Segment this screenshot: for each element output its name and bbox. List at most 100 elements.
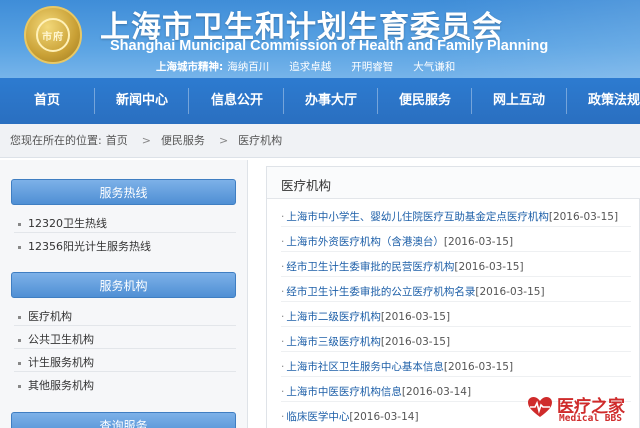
nav-item-interaction[interactable]: 网上互动 [493, 78, 545, 124]
city-spirit-value: 大气谦和 [413, 61, 456, 73]
bullet-icon [18, 222, 21, 226]
sidebar-item-label: 医疗机构 [28, 310, 72, 323]
site-header: 市府 上海市卫生和计划生育委员会 Shanghai Municipal Comm… [0, 0, 640, 78]
city-spirit-value: 追求卓越 [289, 61, 332, 73]
list-item-date: [2016-03-15] [454, 261, 524, 273]
bullet-icon: · [281, 236, 285, 248]
divider [281, 276, 631, 277]
divider [14, 371, 236, 372]
content-header: 医疗机构 [267, 167, 640, 199]
nav-divider [566, 88, 567, 114]
bullet-icon: · [281, 261, 285, 273]
sidebar-item-medical[interactable]: 医疗机构 [18, 308, 72, 324]
sidebar-item-other[interactable]: 其他服务机构 [18, 377, 94, 393]
sidebar-item-family-planning[interactable]: 计生服务机构 [18, 354, 94, 370]
nav-item-disclosure[interactable]: 信息公开 [211, 78, 263, 124]
breadcrumb-current[interactable]: 医疗机构 [238, 134, 282, 147]
bullet-icon: · [281, 411, 285, 423]
bullet-icon: · [281, 211, 285, 223]
list-item-title[interactable]: 经市卫生计生委审批的公立医疗机构名录 [286, 286, 475, 298]
list-item-date: [2016-03-15] [475, 286, 545, 298]
divider [14, 348, 236, 349]
content-title: 医疗机构 [281, 178, 332, 193]
sidebar-item-public-health[interactable]: 公共卫生机构 [18, 331, 94, 347]
sidebar-item-label: 计生服务机构 [28, 356, 94, 369]
nav-item-news[interactable]: 新闻中心 [116, 78, 168, 124]
bullet-icon: · [281, 311, 285, 323]
sidebar-item-label: 其他服务机构 [28, 379, 94, 392]
nav-divider [188, 88, 189, 114]
list-item-date: [2016-03-15] [443, 361, 514, 373]
bullet-icon [18, 384, 21, 388]
divider [281, 301, 631, 302]
list-item-date: [2016-03-15] [380, 336, 451, 348]
city-spirit-label: 上海城市精神: [156, 61, 224, 73]
breadcrumb-separator: > [141, 134, 151, 147]
sidebar-heading-query[interactable]: 查询服务 [11, 412, 236, 428]
divider [281, 326, 631, 327]
bullet-icon: · [281, 336, 285, 348]
site-title-en: Shanghai Municipal Commission of Health … [110, 38, 549, 54]
content-panel: 医疗机构 · 上海市中小学生、婴幼儿住院医疗互助基金定点医疗机构[2016-03-… [266, 166, 640, 428]
bullet-icon: · [281, 286, 285, 298]
list-item-date: [2016-03-15] [548, 211, 619, 223]
sidebar-heading-institutions[interactable]: 服务机构 [11, 272, 236, 298]
breadcrumb-label: 您现在所在的位置: [10, 134, 102, 147]
breadcrumb-separator: > [218, 134, 229, 147]
list-item-title[interactable]: 经市卫生计生委审批的民营医疗机构 [286, 261, 454, 273]
main-nav: 首页 新闻中心 信息公开 办事大厅 便民服务 网上互动 政策法规 [0, 78, 640, 124]
nav-item-services-hall[interactable]: 办事大厅 [305, 78, 357, 124]
bullet-icon: · [281, 386, 285, 398]
sidebar-item-label: 12320卫生热线 [28, 217, 107, 230]
watermark: 医疗之家 Medical BBS [525, 392, 640, 428]
nav-divider [377, 88, 378, 114]
city-spirit-value: 开明睿智 [351, 61, 394, 73]
divider [281, 376, 631, 377]
list-item-title[interactable]: 临床医学中心 [286, 411, 349, 423]
sidebar-item-12356[interactable]: 12356阳光计生服务热线 [18, 238, 151, 254]
nav-item-home[interactable]: 首页 [34, 78, 60, 124]
bullet-icon [18, 361, 21, 365]
sidebar: 服务热线 12320卫生热线 12356阳光计生服务热线 服务机构 医疗机构 公… [0, 160, 248, 428]
nav-divider [471, 88, 472, 114]
breadcrumb-link-home[interactable]: 首页 [106, 134, 128, 147]
emblem-text: 市府 [42, 32, 64, 43]
list-item-date: [2016-03-15] [443, 236, 514, 248]
bullet-icon [18, 338, 21, 342]
nav-divider [283, 88, 284, 114]
sidebar-item-label: 公共卫生机构 [28, 333, 94, 346]
breadcrumb-link-public-services[interactable]: 便民服务 [161, 134, 205, 147]
divider [281, 251, 631, 252]
bullet-icon [18, 245, 21, 249]
list-item-title[interactable]: 上海市外资医疗机构（含港澳台） [286, 236, 444, 248]
list-item-title[interactable]: 上海市二级医疗机构 [286, 311, 381, 323]
list-item[interactable]: · 上海市三级医疗机构[2016-03-15] [281, 334, 640, 349]
nav-item-policy[interactable]: 政策法规 [588, 78, 640, 124]
bullet-icon [18, 315, 21, 319]
list-item[interactable]: · 上海市二级医疗机构[2016-03-15] [281, 309, 640, 324]
list-item-title[interactable]: 上海市三级医疗机构 [286, 336, 381, 348]
sidebar-heading-hotlines[interactable]: 服务热线 [11, 179, 236, 205]
emblem-logo[interactable]: 市府 [24, 6, 82, 64]
nav-divider [94, 88, 95, 114]
list-item-title[interactable]: 上海市中小学生、婴幼儿住院医疗互助基金定点医疗机构 [286, 211, 549, 223]
divider [281, 351, 631, 352]
list-item-title[interactable]: 上海市社区卫生服务中心基本信息 [286, 361, 444, 373]
nav-item-public-services[interactable]: 便民服务 [399, 78, 451, 124]
list-item[interactable]: · 经市卫生计生委审批的公立医疗机构名录[2016-03-15] [281, 284, 640, 299]
divider [281, 226, 631, 227]
list-item[interactable]: · 上海市外资医疗机构（含港澳台）[2016-03-15] [281, 234, 640, 249]
city-spirit-value: 海纳百川 [227, 61, 270, 73]
divider [14, 325, 236, 326]
list-item-title[interactable]: 上海市中医医疗机构信息 [286, 386, 402, 398]
list-item[interactable]: · 上海市中小学生、婴幼儿住院医疗互助基金定点医疗机构[2016-03-15] [281, 209, 640, 224]
watermark-en: Medical BBS [559, 413, 622, 424]
sidebar-item-12320[interactable]: 12320卫生热线 [18, 215, 107, 231]
list-item[interactable]: · 经市卫生计生委审批的民营医疗机构[2016-03-15] [281, 259, 640, 274]
sidebar-item-label: 12356阳光计生服务热线 [28, 240, 151, 253]
breadcrumb: 您现在所在的位置: 首页 > 便民服务 > 医疗机构 [0, 124, 640, 158]
divider [14, 232, 236, 233]
list-item[interactable]: · 上海市社区卫生服务中心基本信息[2016-03-15] [281, 359, 640, 374]
city-spirit: 上海城市精神: 海纳百川 追求卓越 开明睿智 大气谦和 [156, 59, 475, 74]
heart-icon [528, 397, 552, 417]
